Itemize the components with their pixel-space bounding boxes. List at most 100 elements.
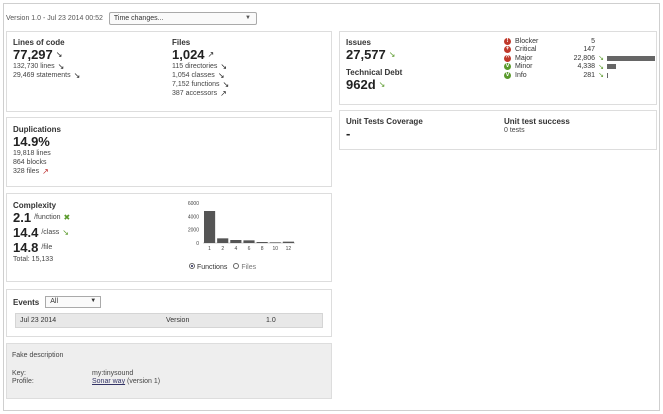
x-tick-label: 4 bbox=[234, 246, 237, 252]
trend-down-icon: ↘ bbox=[62, 228, 69, 237]
blocker-severity-icon: ! bbox=[504, 37, 511, 45]
complexity-panel: Complexity 2.1/function ✖ 14.4/class ↘ 14.… bbox=[6, 193, 332, 282]
x-tick-label: 2 bbox=[221, 246, 224, 252]
time-changes-label: Time changes... bbox=[113, 15, 164, 22]
events-filter-value: All bbox=[50, 298, 59, 305]
severity-bar bbox=[607, 64, 617, 70]
files-radio[interactable] bbox=[233, 263, 240, 270]
chart-bar[interactable] bbox=[243, 240, 255, 243]
chart-bar[interactable] bbox=[256, 242, 268, 243]
per-file-unit: /file bbox=[41, 244, 53, 251]
y-tick-label: 4000 bbox=[188, 214, 199, 220]
critical-severity-icon: + bbox=[504, 46, 511, 54]
accessors-value[interactable]: 387 accessors bbox=[172, 89, 217, 98]
trend-down-icon: ↘ bbox=[598, 72, 604, 80]
project-description: Fake description bbox=[12, 352, 64, 359]
trend-down-icon: ↘ bbox=[388, 50, 396, 59]
statements-value[interactable]: 29,469 statements bbox=[13, 71, 71, 80]
description-panel: Fake description Key: my:tinysound Profi… bbox=[6, 343, 332, 399]
functions-radio[interactable] bbox=[189, 263, 195, 270]
distribution-toggle: Functions Files bbox=[189, 263, 256, 271]
trend-down-icon: ↘ bbox=[55, 50, 63, 59]
severity-row-major[interactable]: ^ Major 22,806 ↘ bbox=[504, 54, 655, 63]
tests-panel: Unit Tests Coverage - Unit test success … bbox=[339, 110, 657, 150]
test-success-value[interactable]: 0 tests bbox=[504, 126, 570, 135]
duplications-percent[interactable]: 14.9% bbox=[13, 134, 61, 149]
severity-label: Minor bbox=[515, 63, 533, 71]
trend-down-icon: ↘ bbox=[598, 55, 604, 63]
trend-up-icon: ↗ bbox=[207, 50, 215, 59]
y-tick-label: 6000 bbox=[188, 201, 199, 207]
profile-link[interactable]: Sonar way bbox=[92, 378, 125, 385]
major-severity-icon: ^ bbox=[504, 54, 511, 62]
functions-value[interactable]: 7,152 functions bbox=[172, 80, 219, 89]
profile-version: (version 1) bbox=[127, 378, 161, 385]
profile-label: Profile: bbox=[12, 378, 34, 385]
severity-bar bbox=[607, 55, 655, 61]
event-date: Jul 23 2014 bbox=[20, 317, 57, 324]
time-changes-select[interactable]: Time changes... ▼ bbox=[108, 12, 257, 25]
chart-bar[interactable] bbox=[217, 238, 229, 243]
severity-row-minor[interactable]: v Minor 4,338 ↘ bbox=[504, 63, 655, 72]
directories-value[interactable]: 115 directories bbox=[172, 62, 217, 71]
chart-bar[interactable] bbox=[269, 242, 281, 243]
per-function-unit: /function bbox=[34, 214, 61, 221]
severity-count: 147 bbox=[583, 46, 595, 54]
severity-row-blocker[interactable]: ! Blocker 5 bbox=[504, 37, 655, 46]
lines-of-code-value[interactable]: 77,297 bbox=[13, 47, 53, 62]
issues-panel: Issues 27,577 ↘ Technical Debt 962d ↘ ! Blo… bbox=[339, 31, 657, 105]
files-option-label[interactable]: Files bbox=[241, 264, 256, 271]
complexity-label: Complexity bbox=[13, 201, 57, 210]
event-type: Version bbox=[166, 317, 190, 324]
issues-value[interactable]: 27,577 bbox=[346, 47, 386, 62]
files-value[interactable]: 1,024 bbox=[172, 47, 205, 62]
complexity-per-file[interactable]: 14.8 bbox=[13, 240, 38, 255]
coverage-value[interactable]: - bbox=[346, 126, 423, 141]
trend-down-icon: ↘ bbox=[57, 62, 65, 71]
x-tick-label: 6 bbox=[248, 246, 251, 252]
severity-label: Info bbox=[515, 71, 527, 79]
events-label: Events bbox=[13, 297, 40, 307]
severity-bar bbox=[607, 72, 608, 78]
events-filter-select[interactable]: All ▼ bbox=[45, 296, 102, 308]
complexity-per-class[interactable]: 14.4 bbox=[13, 225, 38, 240]
event-row[interactable]: Jul 23 2014 Version 1.0 bbox=[15, 313, 323, 328]
issues-label: Issues bbox=[346, 38, 371, 47]
severity-label: Blocker bbox=[515, 37, 539, 45]
severity-row-critical[interactable]: + Critical 147 bbox=[504, 46, 655, 55]
size-panel: Lines of code 77,297 ↘ 132,730 lines ↘ 29,… bbox=[6, 31, 332, 112]
version-label: Version 1.0 - Jul 23 2014 00:52 bbox=[6, 15, 103, 22]
chart-bar[interactable] bbox=[204, 211, 216, 243]
lines-value[interactable]: 132,730 lines bbox=[13, 62, 55, 71]
functions-option-label[interactable]: Functions bbox=[197, 264, 227, 271]
trend-down-icon: ↘ bbox=[73, 71, 81, 80]
events-panel: Events All ▼ Jul 23 2014 Version 1.0 bbox=[6, 289, 332, 337]
severity-label: Major bbox=[515, 54, 533, 62]
x-tick-label: 1 bbox=[208, 246, 211, 252]
duplications-panel: Duplications 14.9% 19,818 lines 864 bloc… bbox=[6, 117, 332, 187]
severity-count: 281 bbox=[583, 71, 595, 79]
x-tick-label: 12 bbox=[286, 246, 292, 252]
classes-value[interactable]: 1,054 classes bbox=[172, 71, 215, 80]
lines-of-code-label: Lines of code bbox=[13, 38, 65, 47]
x-tick-label: 10 bbox=[273, 246, 279, 252]
duplicated-blocks[interactable]: 864 blocks bbox=[13, 158, 61, 167]
chart-bar[interactable] bbox=[282, 241, 294, 243]
trend-down-icon: ↘ bbox=[222, 80, 230, 89]
complexity-per-function[interactable]: 2.1 bbox=[13, 210, 31, 225]
complexity-total: Total: 15,133 bbox=[13, 256, 54, 263]
tech-debt-value[interactable]: 962d bbox=[346, 77, 376, 92]
files-label: Files bbox=[172, 38, 191, 47]
y-tick-label: 2000 bbox=[188, 228, 199, 234]
event-name: 1.0 bbox=[266, 317, 276, 324]
trend-down-icon: ↘ bbox=[598, 63, 604, 71]
duplicated-lines[interactable]: 19,818 lines bbox=[13, 149, 61, 158]
duplicated-files[interactable]: 328 files bbox=[13, 167, 39, 176]
severity-count: 4,338 bbox=[577, 63, 595, 71]
severity-count: 22,806 bbox=[573, 54, 595, 62]
trend-down-icon: ↘ bbox=[220, 62, 228, 71]
test-success-label: Unit test success bbox=[504, 117, 570, 126]
severity-list: ! Blocker 5 + Critical 147 ^ Major 22,806 ↘ v Minor… bbox=[504, 37, 655, 80]
chart-bar[interactable] bbox=[230, 240, 242, 243]
severity-row-info[interactable]: v Info 281 ↘ bbox=[504, 71, 655, 80]
